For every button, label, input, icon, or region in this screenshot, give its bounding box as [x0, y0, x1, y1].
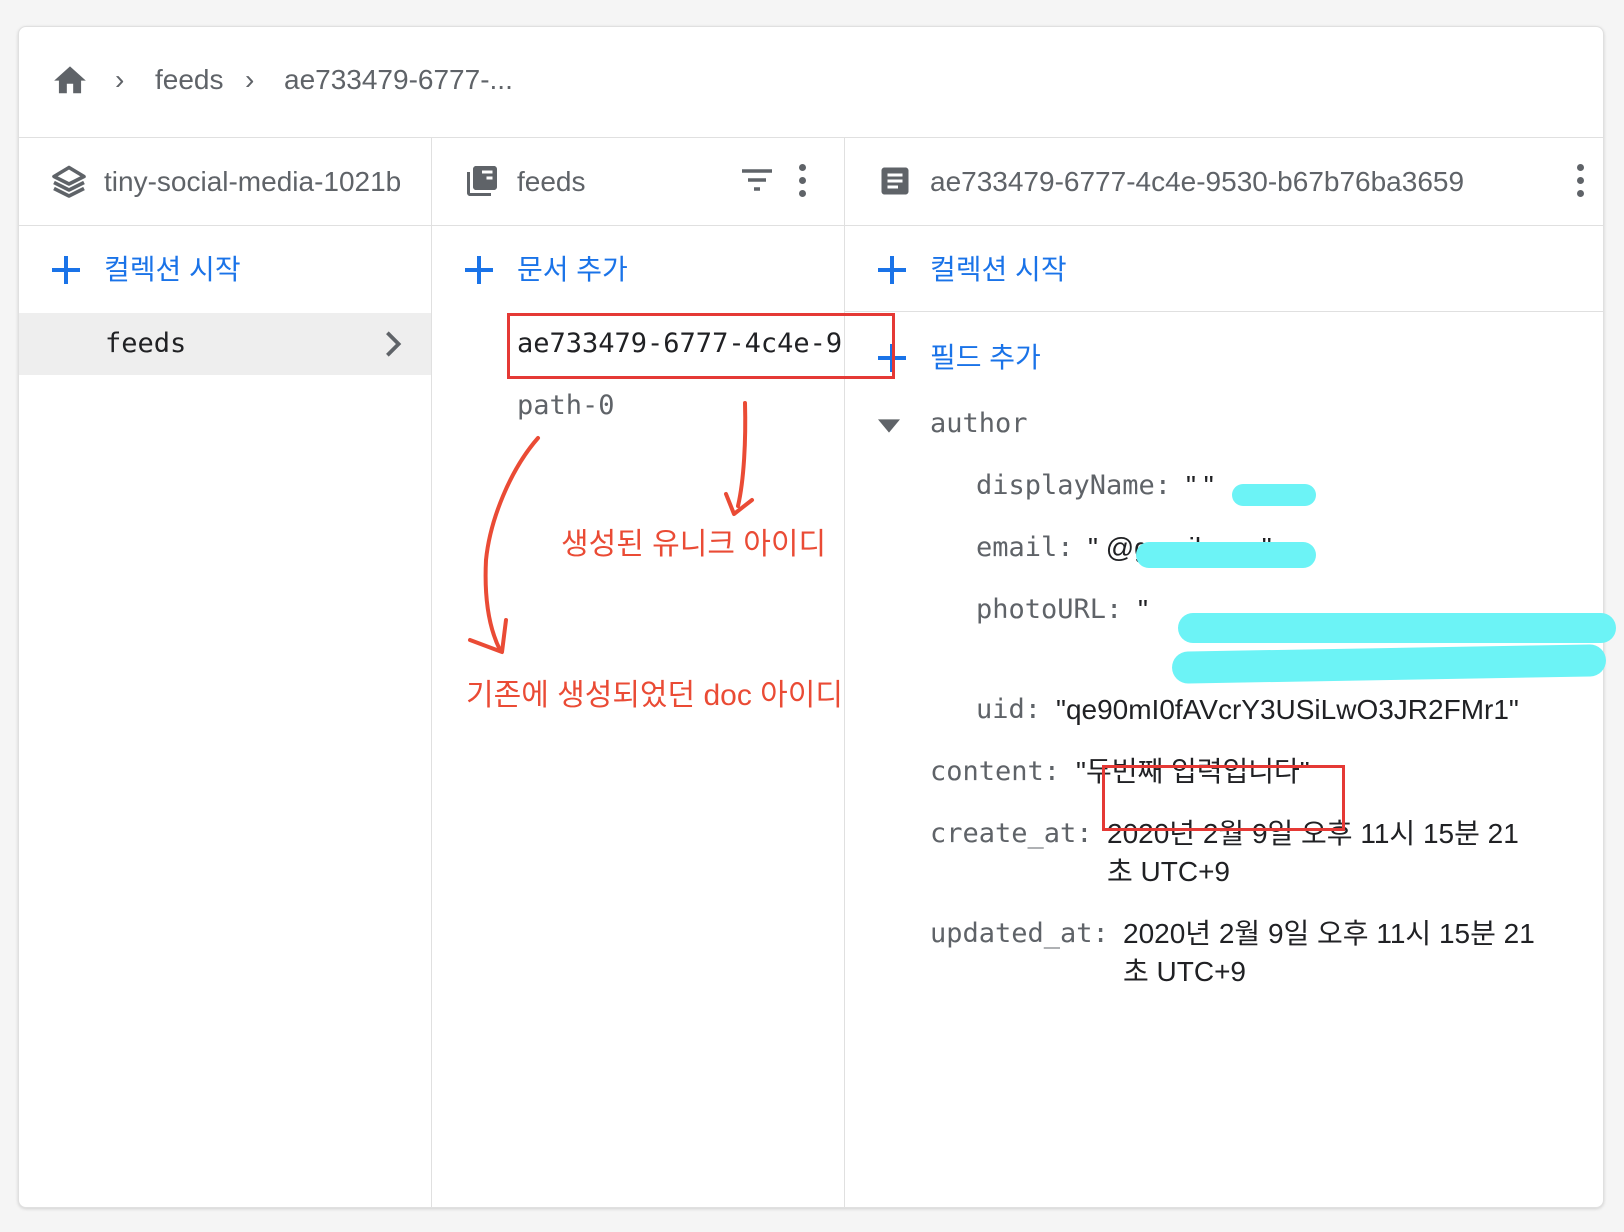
annotation-arrows — [468, 401, 754, 654]
annotation-unique-id: 생성된 유니크 아이디 — [561, 528, 827, 561]
annotation-existing-id: 기존에 생성되었던 doc 아이디 — [466, 679, 843, 712]
